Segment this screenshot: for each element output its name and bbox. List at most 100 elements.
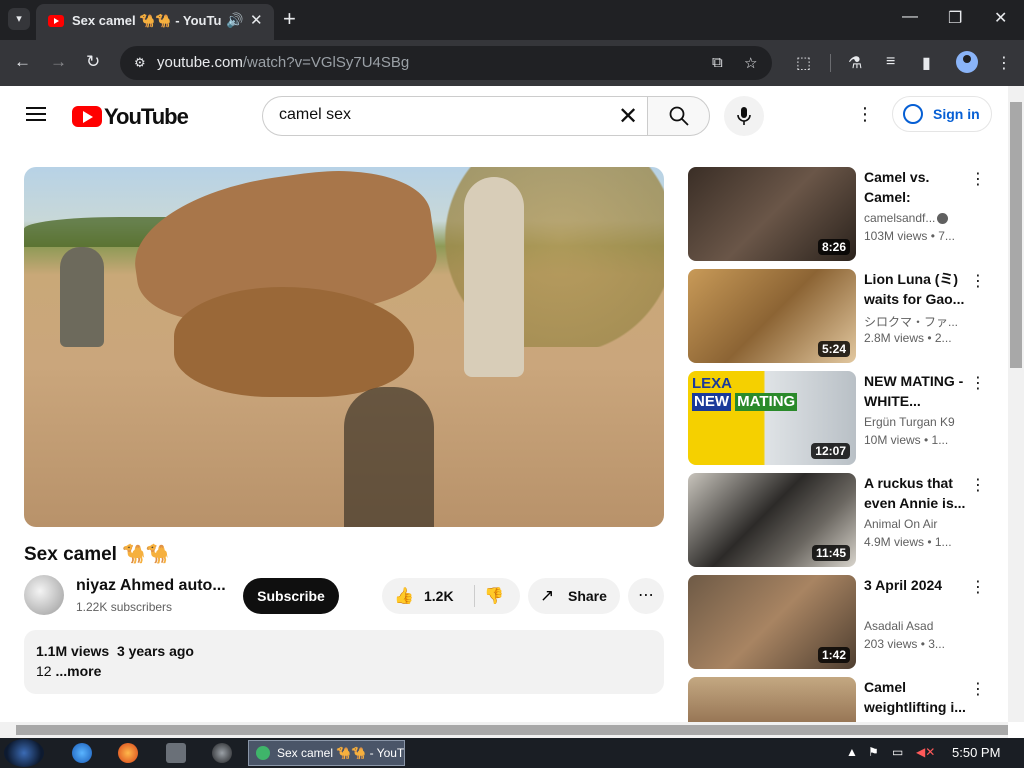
related-video-item[interactable]: Camel weightlifting i... ⋮ xyxy=(688,677,998,722)
share-button[interactable]: ↗ Share xyxy=(528,578,620,614)
view-count: 1.1M views xyxy=(36,643,110,659)
sign-in-button[interactable]: Sign in xyxy=(892,96,992,132)
more-actions-icon[interactable]: ⋯ xyxy=(628,578,664,614)
related-video-item[interactable]: 8:26 Camel vs. Camel: Anima... camelsand… xyxy=(688,167,998,261)
related-title[interactable]: 3 April 2024 xyxy=(864,575,968,595)
related-thumbnail[interactable]: LEXA NEW MATING 12:07 xyxy=(688,371,856,465)
show-more-link[interactable]: ...more xyxy=(55,663,101,679)
horizontal-scrollbar[interactable] xyxy=(0,722,1008,738)
view-stats: 1.1M views 3 years ago xyxy=(36,643,194,659)
site-info-icon[interactable]: ⚙ xyxy=(134,55,146,71)
related-thumbnail[interactable]: 11:45 xyxy=(688,473,856,567)
restore-icon[interactable]: ❐ xyxy=(948,8,962,28)
install-icon[interactable]: ⧉ xyxy=(712,54,723,71)
tab-close-icon[interactable]: ✕ xyxy=(250,11,263,29)
reload-icon[interactable]: ↻ xyxy=(86,52,100,72)
network-icon[interactable]: ▭ xyxy=(892,745,903,759)
search-button[interactable] xyxy=(647,96,710,136)
related-thumbnail[interactable] xyxy=(688,677,856,722)
clock[interactable]: 5:50 PM xyxy=(952,745,1000,760)
related-channel[interactable]: シロクマ・ファ... xyxy=(864,313,964,330)
youtube-logo-text[interactable]: YouTube xyxy=(104,104,189,130)
minimize-icon[interactable]: — xyxy=(902,8,918,26)
file-manager-icon[interactable] xyxy=(166,743,186,763)
duration-badge: 8:26 xyxy=(817,239,850,255)
related-menu-icon[interactable]: ⋮ xyxy=(970,271,986,291)
volume-muted-icon[interactable]: ◀✕ xyxy=(916,745,935,759)
guide-menu-icon[interactable] xyxy=(26,107,46,121)
thumbs-up-icon[interactable]: 👍 xyxy=(394,586,414,606)
related-thumbnail[interactable]: 1:42 xyxy=(688,575,856,669)
profile-icon[interactable] xyxy=(956,51,978,73)
youtube-logo-icon[interactable] xyxy=(72,106,102,127)
related-video-item[interactable]: 11:45 A ruckus that even Annie is... Ani… xyxy=(688,473,998,567)
firefox-icon[interactable] xyxy=(118,743,138,763)
address-bar[interactable]: ⚙ youtube.com/watch?v=VGlSy7U4SBg ⧉ ☆ xyxy=(120,46,772,80)
related-video-item[interactable]: 1:42 3 April 2024 Asadali Asad 203 views… xyxy=(688,575,998,669)
related-title[interactable]: Camel weightlifting i... xyxy=(864,677,968,717)
verified-icon xyxy=(937,213,949,225)
media-icon[interactable]: ≡ xyxy=(886,53,895,71)
related-thumbnail[interactable]: 5:24 xyxy=(688,269,856,363)
related-title[interactable]: A ruckus that even Annie is... xyxy=(864,473,968,513)
related-meta: 2.8M views • 2... xyxy=(864,331,952,345)
microphone-icon xyxy=(737,107,751,125)
back-icon[interactable]: ← xyxy=(14,52,31,72)
tab-youtube[interactable]: Sex camel 🐪🐪 - YouTube 🔊 ✕ xyxy=(36,4,274,40)
star-icon[interactable]: ☆ xyxy=(744,54,757,72)
related-channel[interactable]: Animal On Air xyxy=(864,517,964,531)
related-menu-icon[interactable]: ⋮ xyxy=(970,169,986,189)
channel-avatar[interactable] xyxy=(24,575,64,615)
url-text[interactable]: youtube.com/watch?v=VGlSy7U4SBg xyxy=(157,54,409,71)
flag-icon[interactable]: ⚑ xyxy=(868,745,879,759)
vertical-scroll-thumb[interactable] xyxy=(1010,102,1022,368)
video-frame-dune xyxy=(404,167,664,347)
related-menu-icon[interactable]: ⋮ xyxy=(970,577,986,597)
internet-explorer-icon[interactable] xyxy=(72,743,92,763)
tray-expand-icon[interactable]: ▲ xyxy=(846,745,858,759)
related-channel[interactable]: camelsandf... xyxy=(864,211,964,225)
voice-search-button[interactable] xyxy=(724,96,764,136)
new-tab-icon[interactable]: + xyxy=(283,7,296,31)
duration-badge: 5:24 xyxy=(817,341,850,357)
related-meta: 103M views • 7... xyxy=(864,229,955,243)
subscribe-button[interactable]: Subscribe xyxy=(243,578,339,614)
description-box[interactable]: 1.1M views 3 years ago 12 ...more xyxy=(24,630,664,694)
taskbar-chrome-window[interactable]: Sex camel 🐪🐪 - YouT... xyxy=(248,740,405,766)
chrome-menu-icon[interactable]: ⋮ xyxy=(996,53,1012,73)
search-input[interactable]: camel sex ✕ xyxy=(262,96,648,136)
app-icon[interactable] xyxy=(212,743,232,763)
related-channel-name: camelsandf... xyxy=(864,211,936,225)
thumbs-down-icon[interactable]: 👎 xyxy=(484,586,504,606)
related-title[interactable]: Lion Luna (ミ) waits for Gao... xyxy=(864,269,968,309)
sidepanel-icon[interactable]: ▮ xyxy=(922,53,931,73)
duration-badge: 12:07 xyxy=(811,443,850,459)
forward-icon[interactable]: → xyxy=(50,52,67,72)
related-video-item[interactable]: 5:24 Lion Luna (ミ) waits for Gao... シロクマ… xyxy=(688,269,998,363)
start-button-icon[interactable] xyxy=(4,739,44,767)
related-video-item[interactable]: LEXA NEW MATING 12:07 NEW MATING - WHITE… xyxy=(688,371,998,465)
related-title[interactable]: Camel vs. Camel: Anima... xyxy=(864,167,968,207)
related-menu-icon[interactable]: ⋮ xyxy=(970,373,986,393)
related-channel[interactable]: Ergün Turgan K9 xyxy=(864,415,964,429)
horizontal-scroll-thumb[interactable] xyxy=(16,725,1008,735)
related-menu-icon[interactable]: ⋮ xyxy=(970,679,986,699)
tab-search-dropdown-icon[interactable]: ▾ xyxy=(8,8,30,30)
clear-search-icon[interactable]: ✕ xyxy=(618,102,638,131)
related-menu-icon[interactable]: ⋮ xyxy=(970,475,986,495)
window-close-icon[interactable]: ✕ xyxy=(994,8,1007,28)
like-count[interactable]: 1.2K xyxy=(424,588,454,604)
settings-menu-icon[interactable]: ⋮ xyxy=(856,104,874,125)
search-query[interactable]: camel sex xyxy=(279,106,351,124)
subscriber-count: 1.22K subscribers xyxy=(76,600,173,614)
related-thumbnail[interactable]: 8:26 xyxy=(688,167,856,261)
vertical-scrollbar[interactable] xyxy=(1008,86,1024,722)
video-frame-person-left xyxy=(60,247,104,347)
video-player[interactable] xyxy=(24,167,664,527)
channel-name[interactable]: niyaz Ahmed auto... xyxy=(76,577,226,595)
audio-icon[interactable]: 🔊 xyxy=(226,12,243,29)
related-title[interactable]: NEW MATING - WHITE... xyxy=(864,371,968,411)
labs-icon[interactable]: ⚗ xyxy=(848,53,862,73)
related-channel[interactable]: Asadali Asad xyxy=(864,619,964,633)
extensions-icon[interactable]: ⬚ xyxy=(796,53,811,73)
